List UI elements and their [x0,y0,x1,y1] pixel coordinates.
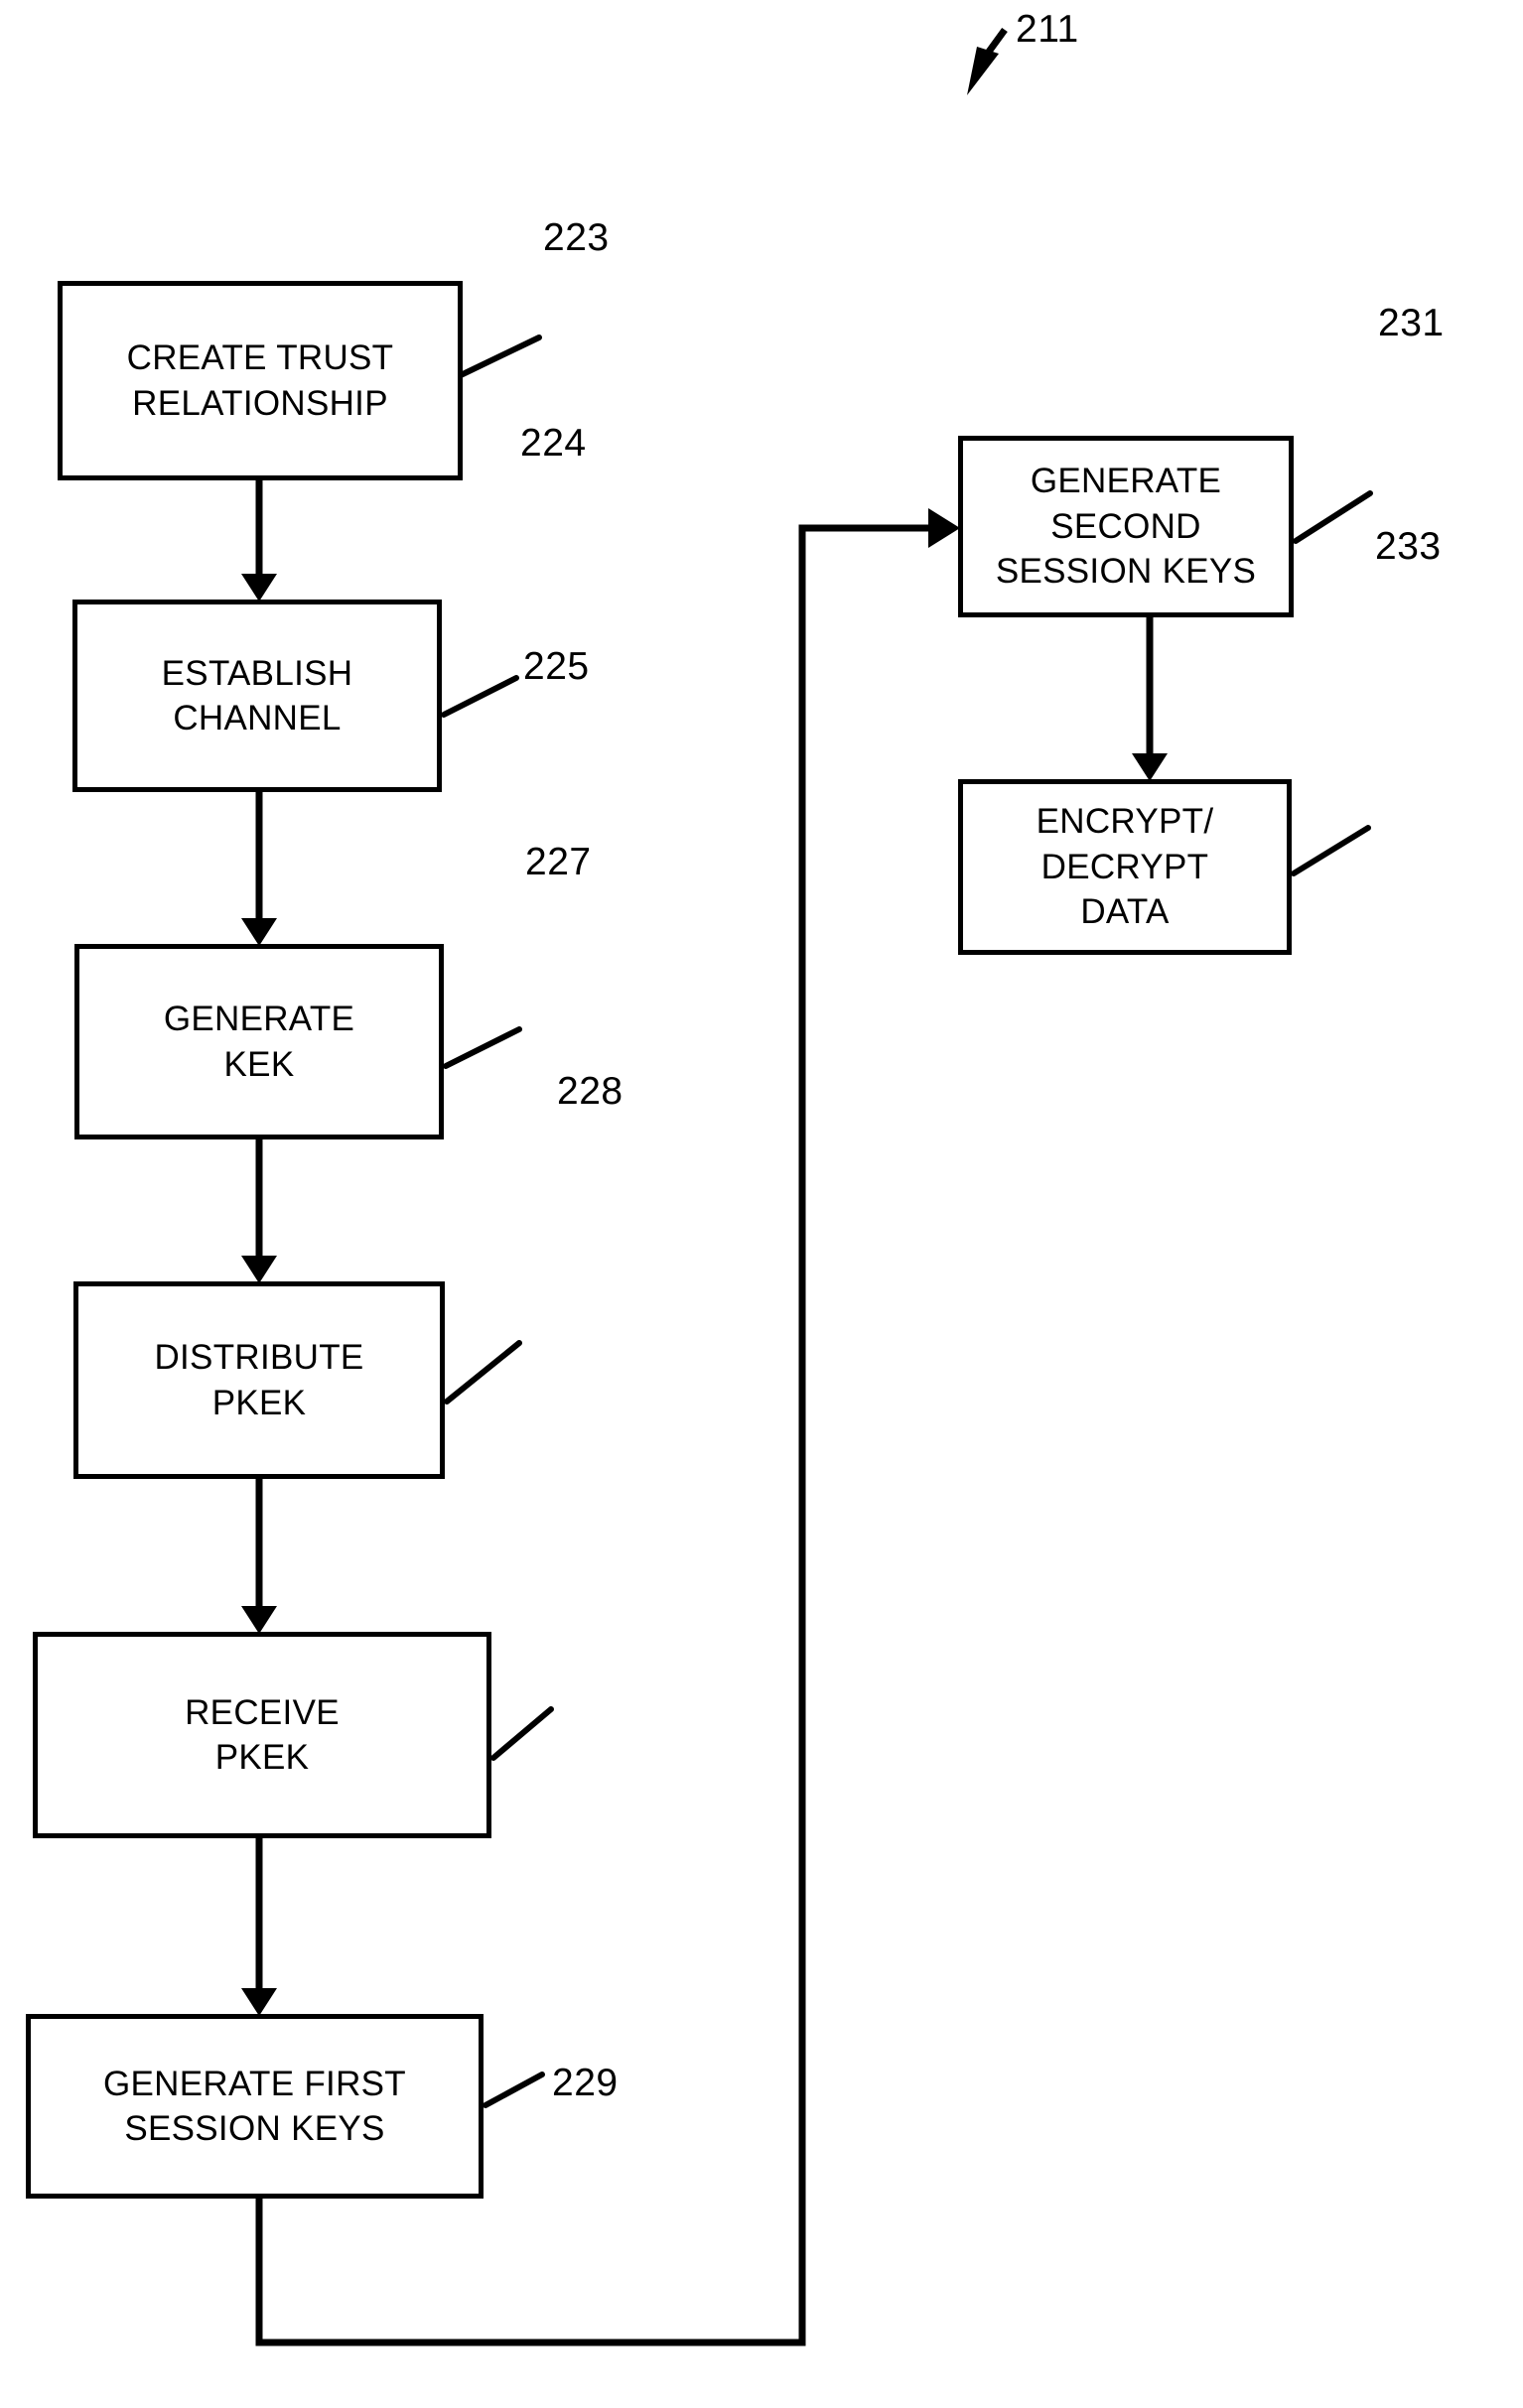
ref-number-229: 229 [552,2062,619,2104]
node-generate-first-session-keys: GENERATE FIRST SESSION KEYS [26,2014,484,2199]
node-create-trust-relationship: CREATE TRUST RELATIONSHIP [58,281,463,480]
ref-number-223: 223 [543,216,610,259]
node-label-generate-second-session-keys: GENERATE SECOND SESSION KEYS [995,462,1257,592]
node-label-generate-first-session-keys: GENERATE FIRST SESSION KEYS [103,2064,406,2149]
node-label-encrypt-decrypt-data: ENCRYPT/ DECRYPT DATA [1036,802,1214,932]
node-label-generate-kek: GENERATE KEK [163,1000,355,1084]
connector-create-trust-to-establish-channel [241,480,277,602]
ref-number-224: 224 [520,422,587,465]
patent-flowchart-figure: CREATE TRUST RELATIONSHIP ESTABLISH CHAN… [0,0,1523,2408]
leader-line-231 [1293,490,1373,544]
node-label-establish-channel: ESTABLISH CHANNEL [161,653,353,738]
leader-line-223 [458,334,542,378]
node-encrypt-decrypt-data: ENCRYPT/ DECRYPT DATA [958,779,1292,955]
leader-line-229 [483,2072,545,2108]
leader-line-228 [490,1706,554,1761]
ref-number-231: 231 [1378,302,1445,344]
node-label-distribute-pkek: DISTRIBUTE PKEK [154,1338,364,1422]
figure-ref-arrow-icon [967,27,1008,95]
connector-establish-channel-to-generate-kek [241,792,277,946]
ref-number-225: 225 [523,645,590,688]
node-generate-kek: GENERATE KEK [74,944,444,1139]
ref-number-228: 228 [557,1070,623,1113]
leader-line-225 [443,1026,522,1069]
ref-number-227: 227 [525,841,592,883]
node-label-receive-pkek: RECEIVE PKEK [185,1692,340,1778]
node-establish-channel: ESTABLISH CHANNEL [72,600,442,792]
node-receive-pkek: RECEIVE PKEK [33,1632,491,1838]
node-label-create-trust-relationship: CREATE TRUST RELATIONSHIP [126,338,394,423]
leader-line-227 [444,1340,522,1405]
leader-line-233 [1291,825,1371,876]
figure-reference-number: 211 [1016,8,1079,51]
connector-distribute-pkek-to-receive-pkek [241,1479,277,1634]
connector-generate-kek-to-distribute-pkek [241,1139,277,1283]
connector-generate-second-session-keys-to-encrypt-decrypt-data [1132,617,1168,781]
node-distribute-pkek: DISTRIBUTE PKEK [73,1281,445,1479]
node-generate-second-session-keys: GENERATE SECOND SESSION KEYS [958,436,1294,617]
leader-line-224 [441,675,519,718]
connector-receive-pkek-to-generate-first-session-keys [241,1838,277,2016]
ref-number-233: 233 [1375,525,1442,568]
